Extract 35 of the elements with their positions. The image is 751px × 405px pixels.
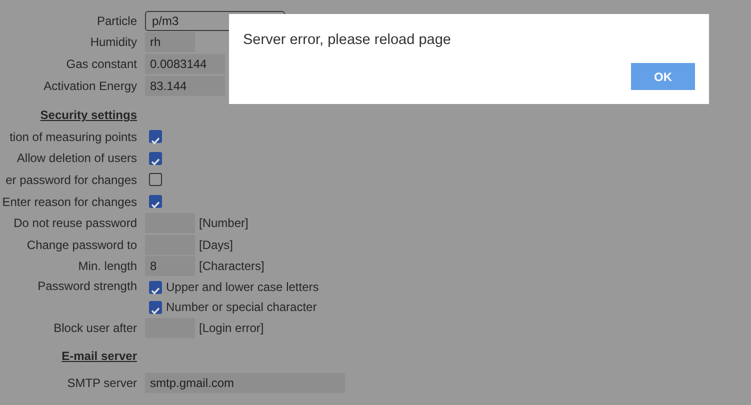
field-label: Min. length: [78, 259, 137, 274]
field-label: Block user after: [54, 320, 137, 335]
option-label: Number or special character: [166, 299, 317, 316]
field-label: Password strength: [38, 279, 137, 294]
field-label: SMTP server: [67, 376, 137, 390]
unit-label: [Number]: [199, 215, 248, 232]
section-heading: Security settings: [40, 108, 137, 122]
input-field[interactable]: smtp.gmail.com: [145, 373, 345, 394]
field-label: Activation Energy: [44, 78, 137, 93]
input-field[interactable]: 83.144: [145, 76, 225, 96]
field-label: Enter reason for changes: [2, 194, 137, 209]
input-field[interactable]: 8: [145, 256, 195, 276]
checkbox[interactable]: [149, 300, 162, 314]
checkbox[interactable]: [149, 195, 162, 208]
section-heading: E-mail server: [62, 348, 137, 363]
checkbox[interactable]: [149, 152, 162, 165]
error-message: Server error, please reload page: [243, 31, 452, 50]
ok-button[interactable]: OK: [631, 63, 695, 90]
field-label: Humidity: [90, 35, 137, 50]
unit-label: [Login error]: [199, 320, 264, 337]
field-label: er password for changes: [6, 172, 137, 187]
field-label: Particle: [96, 14, 137, 28]
unit-label: [Characters]: [199, 258, 264, 276]
unit-label: [Days]: [199, 236, 234, 254]
field-label: Allow deletion of users: [16, 151, 137, 166]
field-label: tion of measuring points: [10, 130, 137, 144]
input-field[interactable]: rh: [145, 32, 195, 52]
field-label: Gas constant: [66, 56, 137, 71]
field-label: Do not reuse password: [14, 216, 137, 230]
input-field[interactable]: 0.0083144: [145, 54, 225, 74]
field-label: Change password to: [26, 238, 137, 252]
option-label: Upper and lower case letters: [166, 279, 319, 296]
checkbox[interactable]: [149, 173, 162, 186]
checkbox[interactable]: [149, 130, 162, 144]
checkbox[interactable]: [149, 280, 162, 294]
